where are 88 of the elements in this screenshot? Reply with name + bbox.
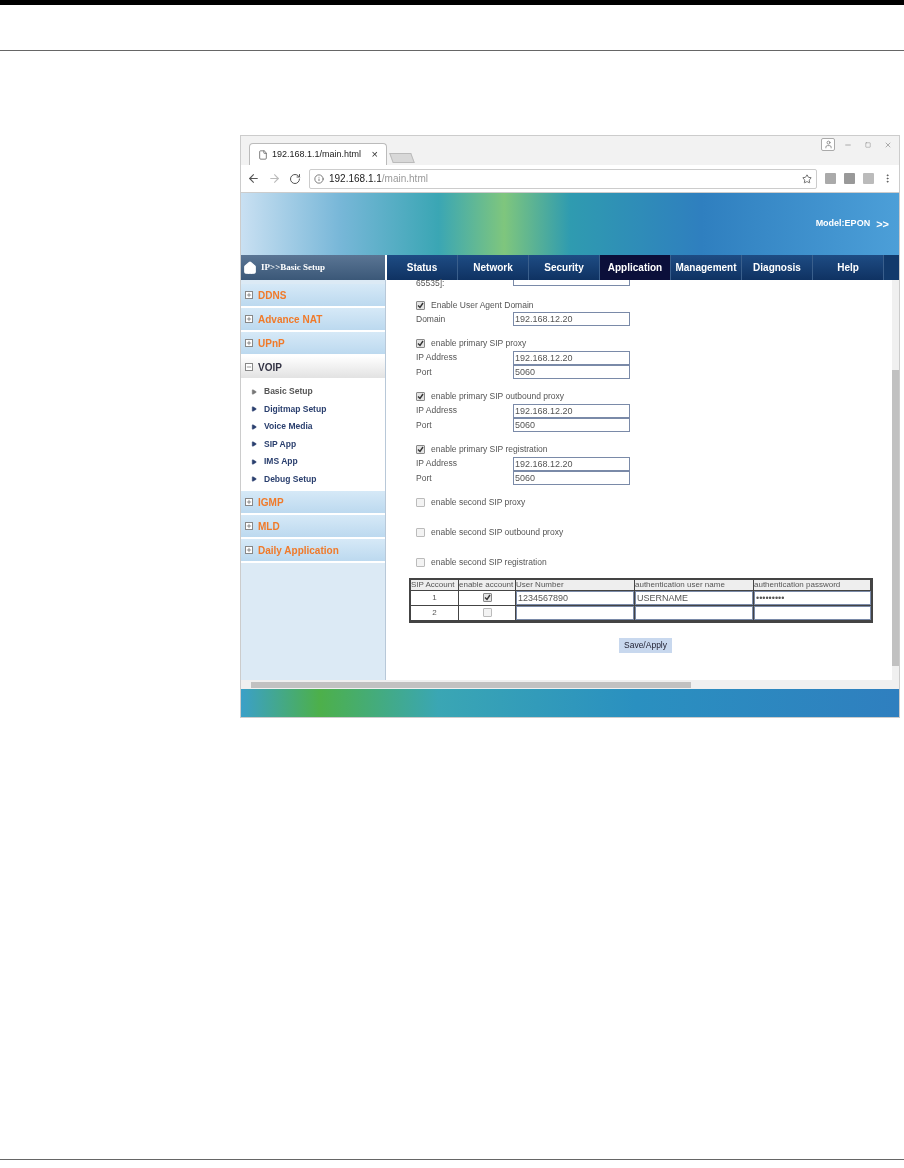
expand-icon[interactable]	[245, 315, 253, 323]
expand-icon[interactable]	[245, 546, 253, 554]
text-field[interactable]: 192.168.12.20	[513, 456, 630, 471]
field-label: IP Address	[416, 404, 458, 418]
checkbox[interactable]	[416, 498, 425, 507]
text-field[interactable]: 5060	[513, 365, 630, 380]
submenu-item[interactable]: Debug Setup	[241, 470, 385, 488]
address-bar[interactable]: 192.168.1.1/main.html	[309, 168, 817, 189]
submenu-item[interactable]: SIP App	[241, 435, 385, 453]
triangle-icon	[251, 423, 257, 430]
field-label: Port	[416, 418, 433, 432]
checkmark-icon	[417, 393, 424, 400]
text-field[interactable]	[513, 280, 630, 286]
nav-tab[interactable]: Application	[600, 255, 671, 280]
field-label: Port	[416, 365, 433, 379]
vertical-scrollbar[interactable]	[892, 280, 899, 680]
checkmark-icon	[483, 594, 491, 601]
field-label: 65535]:	[416, 279, 446, 287]
expand-icon[interactable]	[245, 339, 253, 347]
tab-title: 192.168.1.1/main.html	[272, 147, 363, 161]
triangle-icon	[251, 388, 257, 395]
checkbox[interactable]	[416, 445, 425, 454]
field-label: Port	[416, 471, 433, 485]
checkbox-label: enable primary SIP registration	[431, 443, 548, 456]
expand-icon[interactable]	[245, 291, 253, 299]
checkbox[interactable]	[482, 608, 492, 617]
nav-tab[interactable]: Status	[387, 255, 458, 280]
checkbox-label: enable primary SIP proxy	[431, 337, 527, 350]
checkbox[interactable]	[416, 339, 425, 348]
field-label: IP Address	[416, 457, 458, 471]
checkbox-label: enable second SIP outbound proxy	[431, 526, 564, 539]
submenu-item[interactable]: Voice Media	[241, 418, 385, 436]
submenu-item[interactable]: IMS App	[241, 453, 385, 471]
text-field[interactable]: 5060	[513, 471, 630, 486]
url-text: 192.168.1.1/main.html	[329, 172, 429, 186]
home-icon[interactable]	[243, 260, 257, 275]
back-icon[interactable]	[247, 172, 260, 185]
field-label: IP Address	[416, 351, 458, 365]
close-icon[interactable]: ×	[371, 146, 378, 163]
checkmark-icon	[417, 446, 424, 453]
table-cell: 2	[411, 605, 459, 621]
breadcrumb-text: IP>>Basic Setup	[261, 260, 325, 274]
nav-tab[interactable]: Help	[813, 255, 884, 280]
text-field[interactable]: 192.168.12.20	[513, 312, 630, 327]
column-header: SIP Account	[411, 579, 459, 591]
text-field[interactable]: 192.168.12.20	[513, 350, 630, 365]
table-cell: 1	[411, 590, 459, 606]
checkbox[interactable]	[416, 300, 425, 310]
sidebar-item[interactable]: VOIP	[241, 356, 385, 380]
column-header: enable account	[459, 579, 516, 591]
triangle-icon	[251, 406, 257, 413]
checkbox-label: Enable User Agent Domain	[431, 298, 534, 312]
triangle-icon	[251, 458, 257, 465]
browser-tab[interactable]: 192.168.1.1/main.html ×	[249, 143, 387, 165]
checkbox-label: enable second SIP registration	[431, 556, 547, 569]
triangle-icon	[251, 476, 257, 483]
nav-tab[interactable]: Management	[671, 255, 742, 280]
checkmark-icon	[417, 301, 424, 309]
text-field[interactable]: 192.168.12.20	[513, 403, 630, 418]
expand-icon[interactable]	[245, 498, 253, 506]
submenu-item[interactable]: Digitmap Setup	[241, 400, 385, 418]
column-header: User Number	[516, 579, 635, 591]
nav-tab[interactable]: Network	[458, 255, 529, 280]
checkbox-label: enable primary SIP outbound proxy	[431, 390, 565, 403]
checkbox[interactable]	[416, 528, 425, 537]
reload-icon[interactable]	[289, 172, 301, 185]
checkbox[interactable]	[416, 558, 425, 567]
info-icon	[314, 173, 324, 184]
column-header: authentication password	[754, 579, 871, 591]
star-icon[interactable]	[802, 173, 812, 184]
column-header: authentication user name	[635, 579, 754, 591]
checkbox-label: enable second SIP proxy	[431, 496, 526, 509]
page-icon	[258, 149, 268, 160]
model-label: Model:EPON	[815, 217, 871, 231]
nav-tab[interactable]: Diagnosis	[742, 255, 813, 280]
profile-icon[interactable]	[821, 138, 835, 151]
save-apply-button[interactable]: Save/Apply	[619, 637, 672, 653]
field-label: Domain	[416, 312, 447, 326]
nav-tab[interactable]: Security	[529, 255, 600, 280]
collapse-icon[interactable]	[245, 363, 253, 371]
expand-icon[interactable]	[245, 522, 253, 530]
forward-icon[interactable]	[268, 172, 281, 185]
submenu-item[interactable]: Basic Setup	[241, 383, 385, 401]
text-field[interactable]: 5060	[513, 418, 630, 433]
triangle-icon	[251, 441, 257, 448]
checkmark-icon	[417, 340, 424, 347]
checkbox[interactable]	[416, 392, 425, 401]
checkbox[interactable]	[482, 593, 492, 602]
